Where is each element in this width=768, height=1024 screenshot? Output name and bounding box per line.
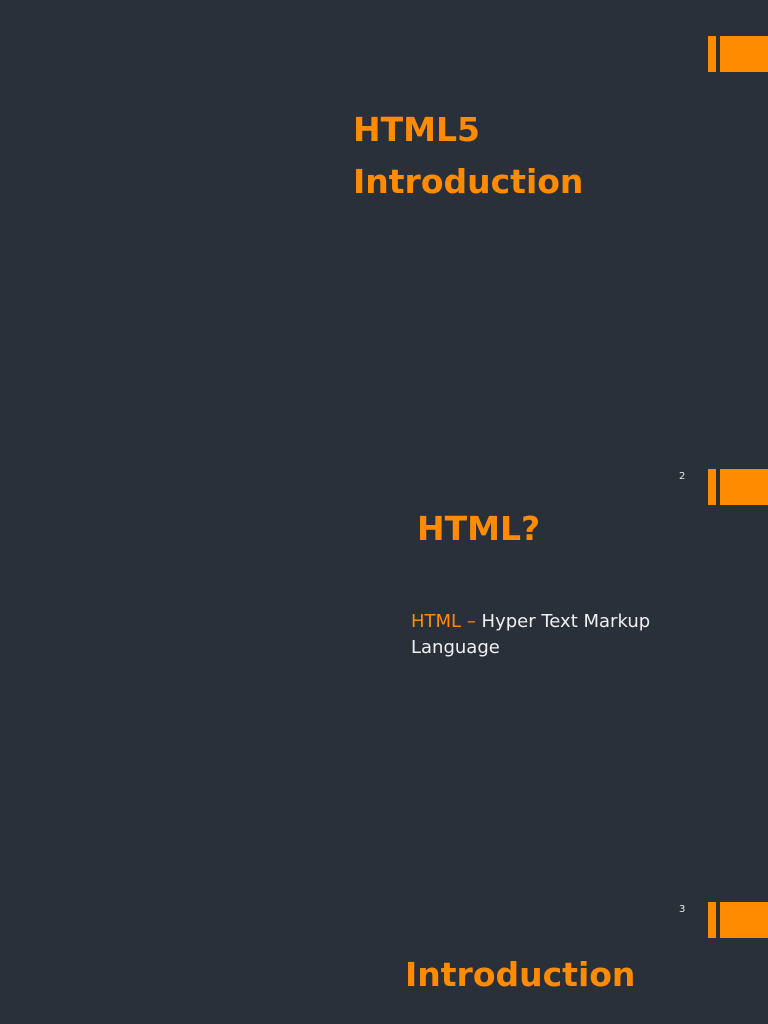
accent-bar-narrow [708,36,716,72]
page-number: 2 [679,471,686,482]
slide-title: HTML? [417,509,541,548]
accent-bar-wide [720,469,768,505]
body-dash: – [461,611,482,632]
body-term: HTML [411,611,462,632]
title-line-2: Introduction [353,162,584,201]
slide-title: Introduction [405,955,636,994]
slide-body: HTML – Hyper Text Markup Language [411,609,671,661]
title-line-1: HTML5 [353,110,480,149]
accent-bar-wide [720,902,768,938]
page-number: 3 [679,904,686,915]
accent-bar-wide [720,36,768,72]
accent-bar-narrow [708,469,716,505]
slide-title: HTML5 Introduction [353,104,583,208]
accent-bar-narrow [708,902,716,938]
